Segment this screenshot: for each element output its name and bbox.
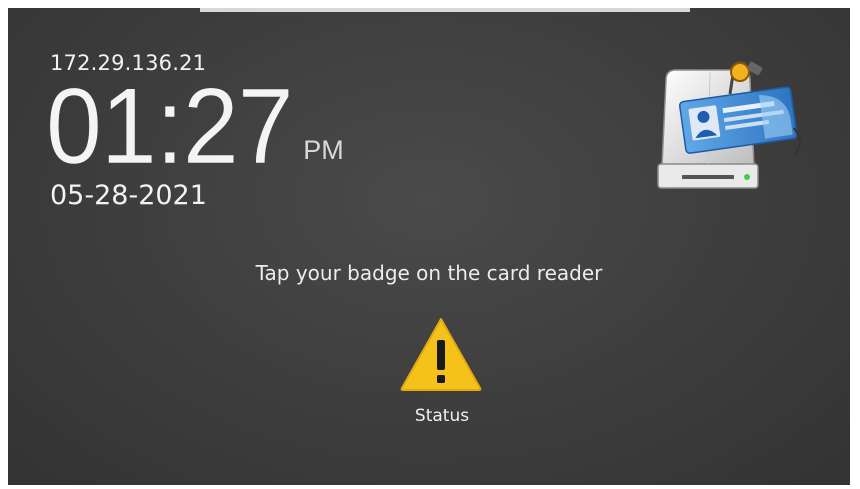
clock-ampm: PM bbox=[303, 135, 344, 165]
status-label: Status bbox=[414, 406, 470, 426]
top-bar bbox=[200, 8, 690, 12]
clock-time: 01:27 bbox=[46, 65, 294, 186]
warning-icon bbox=[400, 318, 482, 391]
kiosk-screen: 172.29.136.21 01:27 PM 05-28-2021 Tap yo… bbox=[8, 8, 850, 485]
clock: 01:27 PM bbox=[46, 65, 344, 186]
clock-date: 05-28-2021 bbox=[50, 180, 207, 211]
badge-prompt: Tap your badge on the card reader bbox=[255, 261, 603, 285]
card-reader-icon bbox=[657, 60, 801, 189]
